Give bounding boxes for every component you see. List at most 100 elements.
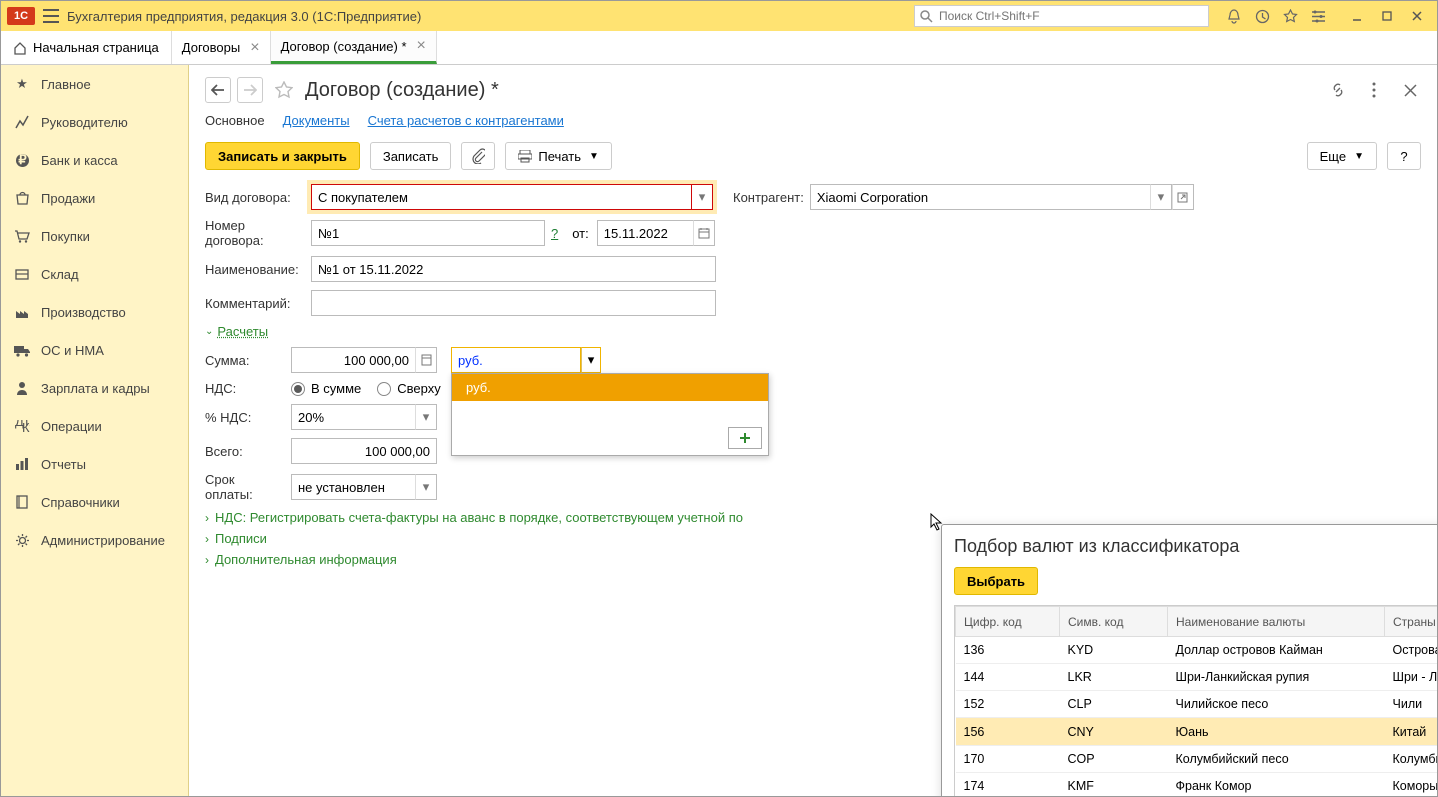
sidebar-item-manager[interactable]: Руководителю — [1, 103, 188, 141]
minimize-icon[interactable] — [1343, 5, 1371, 27]
cell-name: Юань — [1168, 718, 1385, 746]
save-button[interactable]: Записать — [370, 142, 452, 170]
attach-button[interactable] — [461, 142, 495, 170]
close-form-icon[interactable] — [1399, 79, 1421, 101]
sidebar-item-production[interactable]: Производство — [1, 293, 188, 331]
titlebar: 1C Бухгалтерия предприятия, редакция 3.0… — [1, 1, 1437, 31]
link-nds-register[interactable]: ›НДС: Регистрировать счета-фактуры на ав… — [205, 510, 1421, 525]
tab-contract-new[interactable]: Договор (создание) * × — [271, 31, 437, 64]
forward-button[interactable] — [237, 77, 263, 103]
calc-icon[interactable] — [415, 347, 437, 373]
save-close-button[interactable]: Записать и закрыть — [205, 142, 360, 170]
subtab-accounts[interactable]: Счета расчетов с контрагентами — [368, 113, 564, 128]
table-row[interactable]: 156CNYЮаньКитай — [956, 718, 1438, 746]
subtab-main[interactable]: Основное — [205, 113, 265, 128]
currency-grid[interactable]: Цифр. код Симв. код Наименование валюты … — [955, 606, 1437, 796]
comment-input[interactable] — [311, 290, 716, 316]
link-icon[interactable] — [1327, 79, 1349, 101]
tab-home[interactable]: Начальная страница — [1, 31, 172, 64]
print-button[interactable]: Печать▼ — [505, 142, 612, 170]
global-search[interactable] — [914, 5, 1209, 27]
help-button[interactable]: ? — [1387, 142, 1421, 170]
sidebar-item-ops[interactable]: ДтКтОперации — [1, 407, 188, 445]
col-code[interactable]: Цифр. код — [956, 607, 1060, 637]
open-icon[interactable] — [1172, 184, 1194, 210]
back-button[interactable] — [205, 77, 231, 103]
date-combo[interactable] — [597, 220, 715, 246]
close-icon[interactable] — [1403, 5, 1431, 27]
table-row[interactable]: 152CLPЧилийское песоЧили — [956, 691, 1438, 718]
chevron-down-icon[interactable]: ▾ — [1150, 184, 1172, 210]
counterparty-combo[interactable]: ▾ — [810, 184, 1194, 210]
tab-contracts[interactable]: Договоры × — [172, 31, 271, 64]
kebab-icon[interactable] — [1363, 79, 1385, 101]
favorite-icon[interactable] — [273, 79, 295, 101]
menu-icon[interactable] — [43, 9, 59, 23]
contract-type-combo[interactable]: ▾ — [311, 184, 713, 210]
table-row[interactable]: 174KMFФранк КоморКоморы — [956, 773, 1438, 797]
dropdown-item[interactable]: руб. — [452, 374, 768, 401]
col-name[interactable]: Наименование валюты — [1168, 607, 1385, 637]
sidebar-item-assets[interactable]: ОС и НМА — [1, 331, 188, 369]
sidebar-item-admin[interactable]: Администрирование — [1, 521, 188, 559]
add-button[interactable] — [728, 427, 762, 449]
settings-icon[interactable] — [1307, 5, 1329, 27]
date-input[interactable] — [597, 220, 693, 246]
chevron-down-icon[interactable]: ▾ — [415, 404, 437, 430]
sidebar-item-main[interactable]: ★Главное — [1, 65, 188, 103]
cell-name: Шри-Ланкийская рупия — [1168, 664, 1385, 691]
radio-in-sum[interactable]: В сумме — [291, 381, 361, 396]
factory-icon — [13, 303, 31, 321]
due-combo[interactable]: ▾ — [291, 474, 437, 500]
bell-icon[interactable] — [1223, 5, 1245, 27]
name-input[interactable] — [311, 256, 716, 282]
counterparty-input[interactable] — [810, 184, 1150, 210]
total-input[interactable] — [291, 438, 437, 464]
history-icon[interactable] — [1251, 5, 1273, 27]
maximize-icon[interactable] — [1373, 5, 1401, 27]
more-button[interactable]: Еще▼ — [1307, 142, 1377, 170]
table-row[interactable]: 144LKRШри-Ланкийская рупияШри - Ланка — [956, 664, 1438, 691]
search-input[interactable] — [914, 5, 1209, 27]
contract-type-input[interactable] — [311, 184, 691, 210]
due-input[interactable] — [291, 474, 415, 500]
currency-input[interactable] — [451, 347, 581, 373]
col-country[interactable]: Страны и территории — [1385, 607, 1438, 637]
sidebar-item-stock[interactable]: Склад — [1, 255, 188, 293]
section-payments-toggle[interactable]: ⌄ Расчеты — [205, 324, 1421, 339]
chevron-down-icon[interactable]: ▾ — [691, 184, 713, 210]
sidebar: ★Главное Руководителю ₽Банк и касса Прод… — [1, 65, 189, 796]
truck-icon — [13, 341, 31, 359]
radio-on-top[interactable]: Сверху — [377, 381, 440, 396]
gear-icon — [13, 531, 31, 549]
sidebar-item-refs[interactable]: Справочники — [1, 483, 188, 521]
sum-input[interactable] — [291, 347, 415, 373]
table-row[interactable]: 170COPКолумбийский песоКолумбия — [956, 746, 1438, 773]
cell-country: Чили — [1385, 691, 1438, 718]
sidebar-item-purchases[interactable]: Покупки — [1, 217, 188, 255]
contract-number-input[interactable] — [311, 220, 545, 246]
close-icon[interactable]: × — [417, 38, 426, 54]
sum-combo[interactable] — [291, 347, 437, 373]
col-sym[interactable]: Симв. код — [1060, 607, 1168, 637]
nds-pct-combo[interactable]: ▾ — [291, 404, 437, 430]
sidebar-item-reports[interactable]: Отчеты — [1, 445, 188, 483]
chevron-down-icon[interactable]: ▾ — [581, 347, 601, 373]
form-toolbar: Записать и закрыть Записать Печать▼ Еще▼… — [205, 142, 1421, 170]
chevron-down-icon[interactable]: ▾ — [415, 474, 437, 500]
box-icon — [13, 265, 31, 283]
chevron-right-icon: › — [205, 553, 209, 567]
calendar-icon[interactable] — [693, 220, 715, 246]
sidebar-item-bank[interactable]: ₽Банк и касса — [1, 141, 188, 179]
sidebar-item-sales[interactable]: Продажи — [1, 179, 188, 217]
table-row[interactable]: 136KYDДоллар островов КайманОстрова Кайм… — [956, 637, 1438, 664]
paperclip-icon — [471, 148, 485, 164]
sidebar-item-hr[interactable]: Зарплата и кадры — [1, 369, 188, 407]
nds-pct-input[interactable] — [291, 404, 415, 430]
help-link[interactable]: ? — [551, 226, 558, 241]
star-icon[interactable] — [1279, 5, 1301, 27]
close-icon[interactable]: × — [250, 40, 259, 56]
select-button[interactable]: Выбрать — [954, 567, 1038, 595]
person-icon — [13, 379, 31, 397]
subtab-docs[interactable]: Документы — [283, 113, 350, 128]
